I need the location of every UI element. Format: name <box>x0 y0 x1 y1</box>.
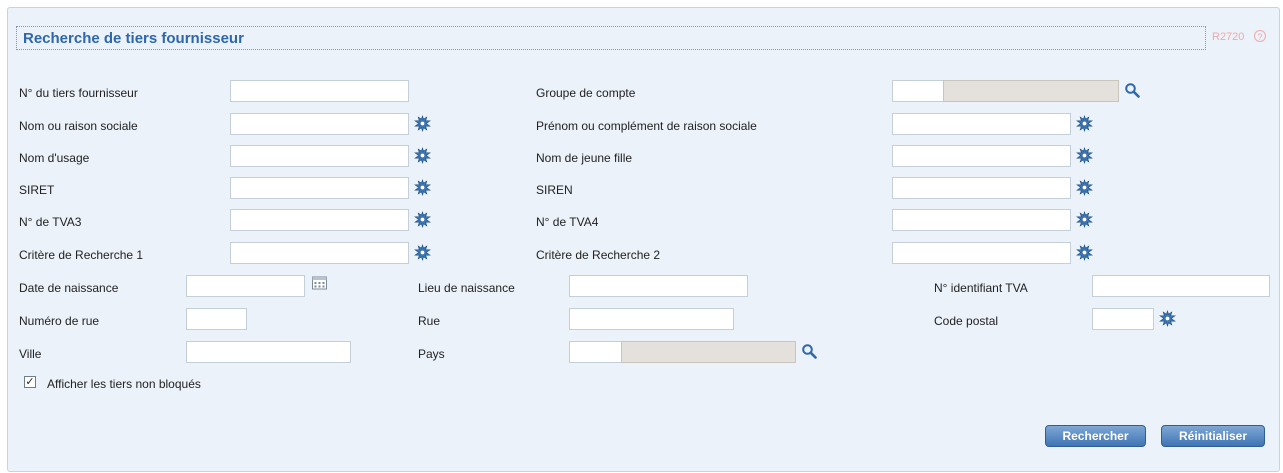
reset-button[interactable]: Réinitialiser <box>1161 425 1265 447</box>
siren-label: SIREN <box>536 183 573 197</box>
panel-header: Recherche de tiers fournisseur <box>16 26 1206 50</box>
wildcard-search-icon[interactable] <box>1076 147 1093 164</box>
numero-rue-label: Numéro de rue <box>19 314 100 328</box>
non-bloques-label: Afficher les tiers non bloqués <box>47 377 201 391</box>
tva3-input[interactable] <box>230 209 409 231</box>
pays-label: Pays <box>418 347 445 361</box>
lieu-naissance-label: Lieu de naissance <box>418 281 515 295</box>
date-naissance-label: Date de naissance <box>19 281 119 295</box>
prenom-label: Prénom ou complément de raison sociale <box>536 119 757 133</box>
tva3-label: N° de TVA3 <box>19 215 82 229</box>
search-button[interactable]: Rechercher <box>1045 425 1146 447</box>
nom-raison-label: Nom ou raison sociale <box>19 119 138 133</box>
groupe-compte-description <box>943 80 1119 102</box>
help-icon[interactable]: ? <box>1254 30 1266 42</box>
magnifier-icon[interactable] <box>801 343 817 359</box>
nom-usage-input[interactable] <box>230 145 409 167</box>
prenom-input[interactable] <box>892 113 1071 135</box>
siret-label: SIRET <box>19 183 55 197</box>
nom-jeune-fille-input[interactable] <box>892 145 1071 167</box>
ville-label: Ville <box>19 347 42 361</box>
num-tiers-label: N° du tiers fournisseur <box>19 86 138 100</box>
critere1-input[interactable] <box>230 242 409 264</box>
wildcard-search-icon[interactable] <box>414 244 431 261</box>
code-postal-label: Code postal <box>934 314 999 328</box>
ville-input[interactable] <box>186 341 351 363</box>
code-postal-input[interactable] <box>1092 308 1154 330</box>
siret-input[interactable] <box>230 177 409 199</box>
wildcard-search-icon[interactable] <box>1076 179 1093 196</box>
identifiant-tva-input[interactable] <box>1092 275 1270 297</box>
groupe-compte-input[interactable] <box>892 80 944 102</box>
wildcard-search-icon[interactable] <box>414 179 431 196</box>
nom-raison-input[interactable] <box>230 113 409 135</box>
critere2-input[interactable] <box>892 242 1071 264</box>
identifiant-tva-label: N° identifiant TVA <box>934 281 1028 295</box>
critere2-label: Critère de Recherche 2 <box>536 248 661 262</box>
search-panel <box>7 7 1280 472</box>
wildcard-search-icon[interactable] <box>1076 115 1093 132</box>
pays-input[interactable] <box>569 341 622 363</box>
magnifier-icon[interactable] <box>1124 82 1140 98</box>
nom-usage-label: Nom d'usage <box>19 151 90 165</box>
pays-description <box>621 341 796 363</box>
rue-label: Rue <box>418 314 441 328</box>
rue-input[interactable] <box>569 308 734 330</box>
wildcard-search-icon[interactable] <box>414 147 431 164</box>
groupe-compte-label: Groupe de compte <box>536 86 636 100</box>
wildcard-search-icon[interactable] <box>1076 211 1093 228</box>
date-naissance-input[interactable] <box>186 275 305 297</box>
wildcard-search-icon[interactable] <box>1159 310 1176 327</box>
page-title: Recherche de tiers fournisseur <box>23 30 244 47</box>
siren-input[interactable] <box>892 177 1071 199</box>
tva4-input[interactable] <box>892 209 1071 231</box>
calendar-icon[interactable] <box>311 275 328 291</box>
lieu-naissance-input[interactable] <box>569 275 748 297</box>
screen-code: R2720 <box>1212 31 1245 43</box>
non-bloques-checkbox[interactable]: ✓ <box>24 376 36 388</box>
critere1-label: Critère de Recherche 1 <box>19 248 144 262</box>
tva4-label: N° de TVA4 <box>536 215 599 229</box>
wildcard-search-icon[interactable] <box>1076 244 1093 261</box>
wildcard-search-icon[interactable] <box>414 115 431 132</box>
wildcard-search-icon[interactable] <box>414 211 431 228</box>
nom-jeune-fille-label: Nom de jeune fille <box>536 151 633 165</box>
num-tiers-input[interactable] <box>230 80 409 102</box>
numero-rue-input[interactable] <box>186 308 247 330</box>
